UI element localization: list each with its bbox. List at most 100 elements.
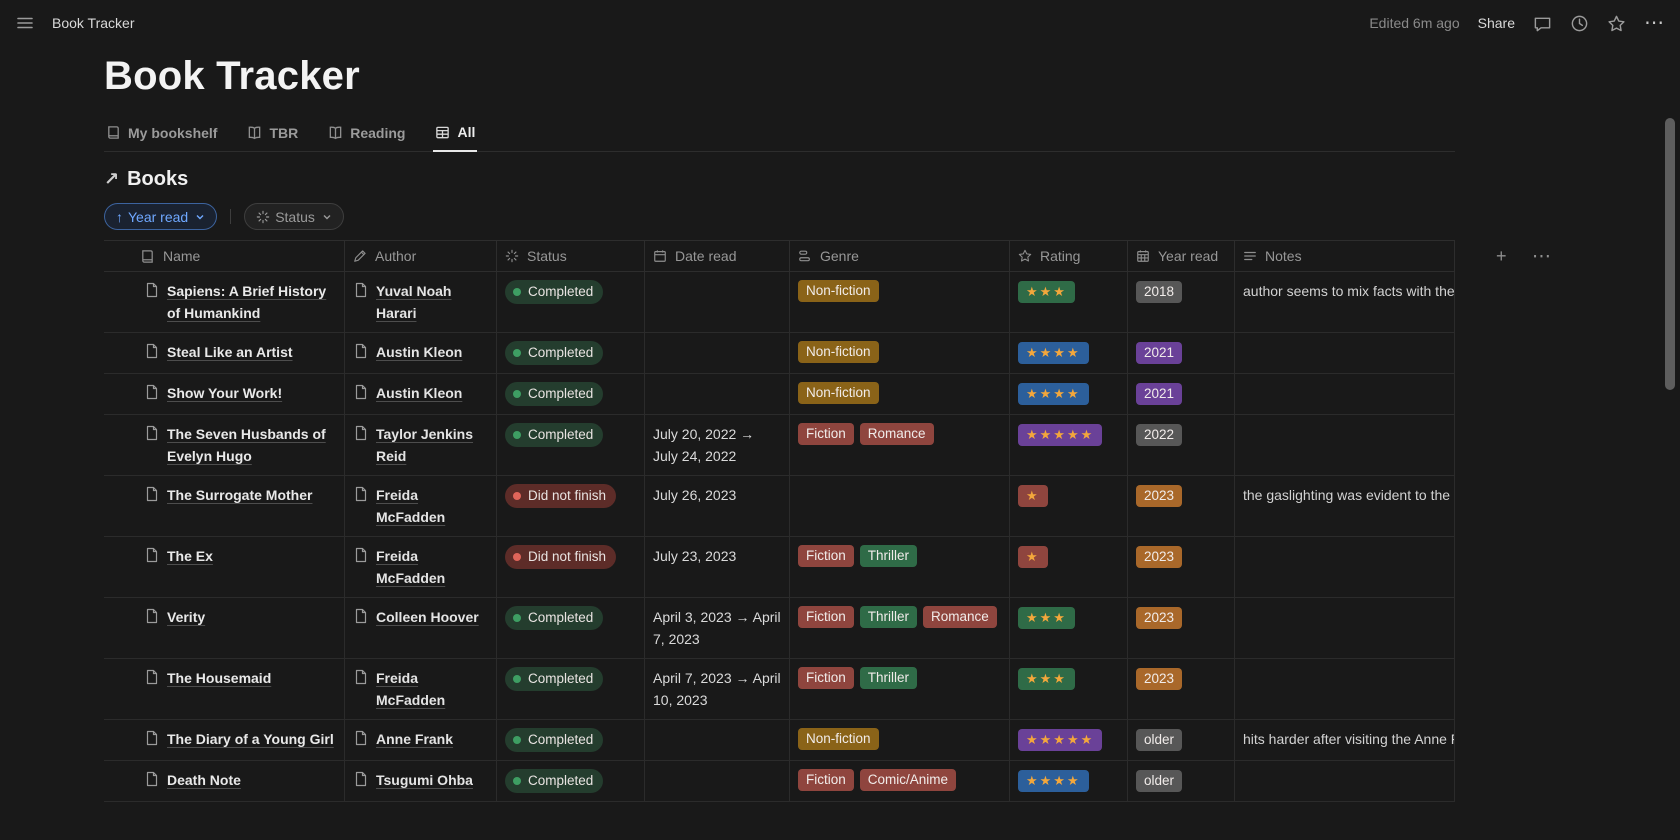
- history-clock-icon[interactable]: [1570, 14, 1589, 33]
- author-cell[interactable]: Freida McFadden: [345, 476, 497, 536]
- book-name-link[interactable]: The Diary of a Young Girl: [167, 728, 334, 750]
- genre-cell[interactable]: Fiction Comic/Anime: [790, 761, 1010, 801]
- book-name-link[interactable]: Steal Like an Artist: [167, 341, 293, 363]
- column-header-genre[interactable]: Genre: [790, 241, 1010, 271]
- more-ellipsis-icon[interactable]: ⋯: [1644, 13, 1664, 33]
- notes-cell[interactable]: [1235, 333, 1455, 373]
- rating-cell[interactable]: ★★★: [1010, 659, 1128, 719]
- status-cell[interactable]: Completed: [497, 720, 645, 760]
- author-link[interactable]: Austin Kleon: [376, 382, 462, 404]
- author-link[interactable]: Taylor Jenkins Reid: [376, 423, 488, 467]
- book-name-link[interactable]: Sapiens: A Brief History of Humankind: [167, 280, 336, 324]
- author-link[interactable]: Anne Frank: [376, 728, 453, 750]
- name-cell[interactable]: The Diary of a Young Girl: [104, 720, 345, 760]
- status-cell[interactable]: Completed: [497, 659, 645, 719]
- date-read-cell[interactable]: [645, 720, 790, 760]
- date-read-cell[interactable]: July 20, 2022 → July 24, 2022: [645, 415, 790, 475]
- table-more-button[interactable]: ⋯: [1532, 240, 1551, 273]
- author-cell[interactable]: Colleen Hoover: [345, 598, 497, 658]
- date-read-cell[interactable]: [645, 761, 790, 801]
- column-header-year-read[interactable]: Year read: [1128, 241, 1235, 271]
- year-read-cell[interactable]: older: [1128, 761, 1235, 801]
- rating-cell[interactable]: ★★★: [1010, 598, 1128, 658]
- book-name-link[interactable]: Death Note: [167, 769, 241, 791]
- rating-cell[interactable]: ★★★★: [1010, 761, 1128, 801]
- favorite-star-icon[interactable]: [1607, 14, 1626, 33]
- author-link[interactable]: Freida McFadden: [376, 484, 488, 528]
- column-header-rating[interactable]: Rating: [1010, 241, 1128, 271]
- year-read-cell[interactable]: 2023: [1128, 598, 1235, 658]
- genre-cell[interactable]: Fiction Romance: [790, 415, 1010, 475]
- name-cell[interactable]: Show Your Work!: [104, 374, 345, 414]
- date-read-cell[interactable]: July 23, 2023: [645, 537, 790, 597]
- year-read-cell[interactable]: 2023: [1128, 537, 1235, 597]
- rating-cell[interactable]: ★★★: [1010, 272, 1128, 332]
- status-cell[interactable]: Completed: [497, 374, 645, 414]
- name-cell[interactable]: The Seven Husbands of Evelyn Hugo: [104, 415, 345, 475]
- date-read-cell[interactable]: [645, 272, 790, 332]
- author-cell[interactable]: Yuval Noah Harari: [345, 272, 497, 332]
- author-cell[interactable]: Austin Kleon: [345, 333, 497, 373]
- year-read-cell[interactable]: 2021: [1128, 374, 1235, 414]
- notes-cell[interactable]: [1235, 659, 1455, 719]
- year-read-cell[interactable]: older: [1128, 720, 1235, 760]
- notes-cell[interactable]: [1235, 537, 1455, 597]
- notes-cell[interactable]: [1235, 374, 1455, 414]
- rating-cell[interactable]: ★: [1010, 537, 1128, 597]
- status-cell[interactable]: Completed: [497, 761, 645, 801]
- genre-cell[interactable]: Fiction Thriller Romance: [790, 598, 1010, 658]
- author-cell[interactable]: Freida McFadden: [345, 659, 497, 719]
- vertical-scrollbar-thumb[interactable]: [1665, 118, 1675, 390]
- genre-cell[interactable]: Fiction Thriller: [790, 537, 1010, 597]
- notes-cell[interactable]: author seems to mix facts with theo: [1235, 272, 1455, 332]
- book-name-link[interactable]: Show Your Work!: [167, 382, 282, 404]
- status-cell[interactable]: Completed: [497, 333, 645, 373]
- notes-cell[interactable]: [1235, 415, 1455, 475]
- author-link[interactable]: Austin Kleon: [376, 341, 462, 363]
- date-read-cell[interactable]: April 3, 2023 → April 7, 2023: [645, 598, 790, 658]
- status-cell[interactable]: Did not finish: [497, 537, 645, 597]
- author-link[interactable]: Freida McFadden: [376, 545, 488, 589]
- name-cell[interactable]: Verity: [104, 598, 345, 658]
- menu-icon[interactable]: [16, 14, 34, 32]
- name-cell[interactable]: The Surrogate Mother: [104, 476, 345, 536]
- book-name-link[interactable]: The Surrogate Mother: [167, 484, 312, 506]
- tab-all[interactable]: All: [433, 116, 478, 152]
- name-cell[interactable]: Death Note: [104, 761, 345, 801]
- genre-cell[interactable]: Non-fiction: [790, 333, 1010, 373]
- date-read-cell[interactable]: July 26, 2023: [645, 476, 790, 536]
- breadcrumb-title[interactable]: Book Tracker: [52, 15, 134, 31]
- author-cell[interactable]: Austin Kleon: [345, 374, 497, 414]
- tab-reading[interactable]: Reading: [326, 116, 407, 151]
- column-header-status[interactable]: Status: [497, 241, 645, 271]
- year-read-cell[interactable]: 2021: [1128, 333, 1235, 373]
- author-link[interactable]: Freida McFadden: [376, 667, 488, 711]
- share-button[interactable]: Share: [1478, 15, 1515, 31]
- notes-cell[interactable]: hits harder after visiting the Anne F: [1235, 720, 1455, 760]
- year-read-cell[interactable]: 2023: [1128, 659, 1235, 719]
- notes-cell[interactable]: the gaslighting was evident to the p: [1235, 476, 1455, 536]
- name-cell[interactable]: The Housemaid: [104, 659, 345, 719]
- year-read-cell[interactable]: 2018: [1128, 272, 1235, 332]
- year-read-cell[interactable]: 2023: [1128, 476, 1235, 536]
- date-read-cell[interactable]: April 7, 2023 → April 10, 2023: [645, 659, 790, 719]
- genre-cell[interactable]: Non-fiction: [790, 272, 1010, 332]
- author-link[interactable]: Yuval Noah Harari: [376, 280, 488, 324]
- rating-cell[interactable]: ★★★★: [1010, 333, 1128, 373]
- rating-cell[interactable]: ★★★★: [1010, 374, 1128, 414]
- genre-cell[interactable]: Non-fiction: [790, 720, 1010, 760]
- tab-tbr[interactable]: TBR: [245, 116, 300, 151]
- status-cell[interactable]: Completed: [497, 598, 645, 658]
- genre-cell[interactable]: Non-fiction: [790, 374, 1010, 414]
- author-cell[interactable]: Freida McFadden: [345, 537, 497, 597]
- status-cell[interactable]: Completed: [497, 272, 645, 332]
- name-cell[interactable]: Steal Like an Artist: [104, 333, 345, 373]
- comments-icon[interactable]: [1533, 14, 1552, 33]
- section-title[interactable]: Books: [127, 168, 188, 191]
- author-link[interactable]: Tsugumi Ohba: [376, 769, 473, 791]
- genre-cell[interactable]: Fiction Thriller: [790, 659, 1010, 719]
- rating-cell[interactable]: ★: [1010, 476, 1128, 536]
- date-read-cell[interactable]: [645, 333, 790, 373]
- author-link[interactable]: Colleen Hoover: [376, 606, 479, 628]
- tab-my-bookshelf[interactable]: My bookshelf: [104, 116, 219, 151]
